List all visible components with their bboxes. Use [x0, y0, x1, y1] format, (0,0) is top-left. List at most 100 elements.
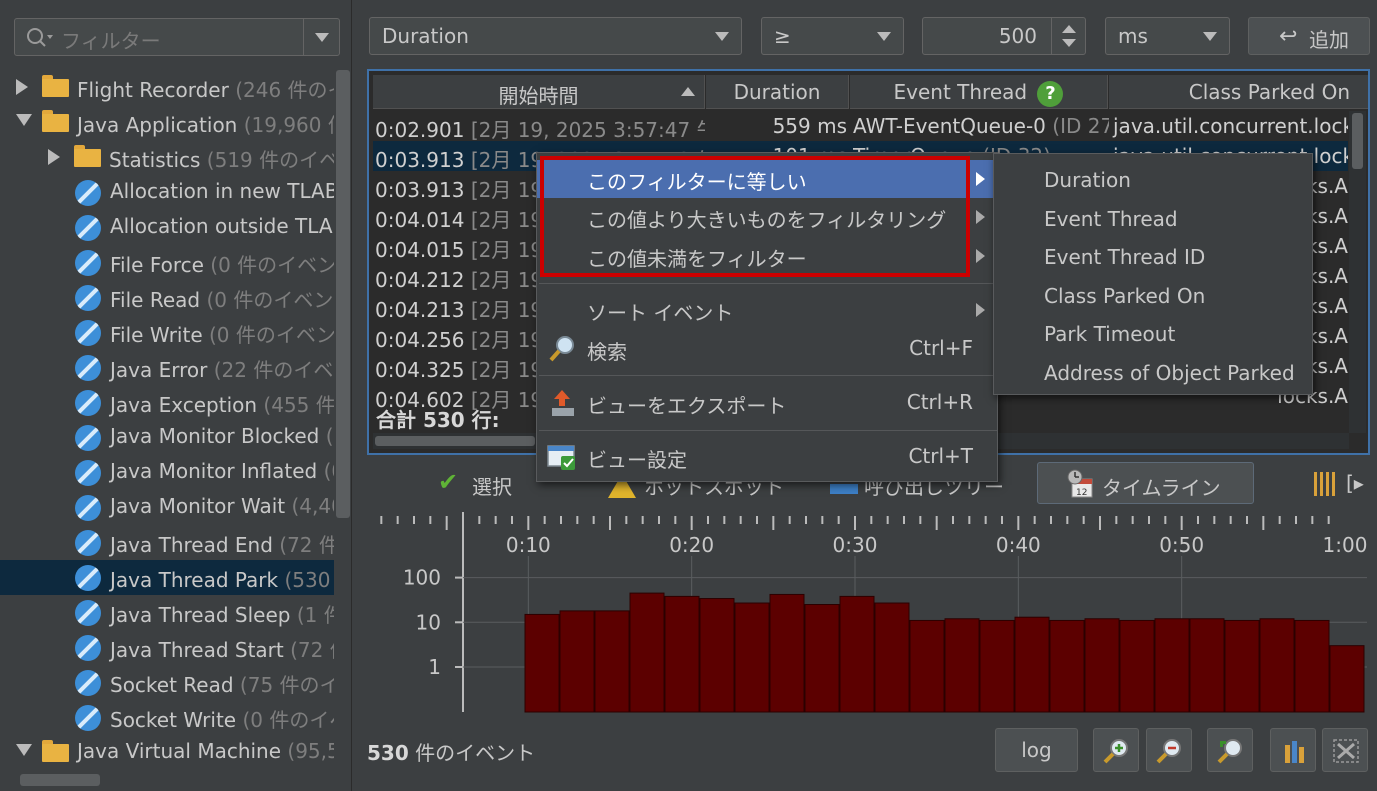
add-filter-button[interactable]: ↩ 追加: [1248, 17, 1370, 55]
collapse-arrow-icon[interactable]: [16, 114, 32, 126]
spinner-buttons[interactable]: [1051, 18, 1085, 54]
column-header-duration[interactable]: Duration: [706, 75, 849, 109]
tree-node-file-read[interactable]: File Read (0 件のイベン: [0, 280, 334, 315]
tree-node-name: Flight Recorder: [77, 78, 229, 102]
chart-settings-button[interactable]: [1270, 728, 1316, 772]
scrollbar-thumb[interactable]: [375, 436, 535, 446]
column-header-class-parked-on[interactable]: Class Parked On: [1109, 75, 1368, 109]
spinner-down-icon[interactable]: [1062, 39, 1076, 47]
scrollbar-thumb[interactable]: [1352, 113, 1363, 169]
tree-node-count: (519 件のイベン: [206, 148, 334, 172]
tree-node-name: Allocation outside TLAB: [110, 214, 334, 238]
filter-operator-value: ≥: [774, 24, 791, 48]
expand-arrow-icon[interactable]: [48, 149, 60, 165]
menu-item-filter-equal[interactable]: このフィルターに等しい: [537, 160, 997, 198]
menu-item-filter-greater[interactable]: この値より大きいものをフィルタリング: [537, 198, 997, 236]
view-settings-icon: [547, 445, 575, 470]
tree-node-java-virtual-machine[interactable]: Java Virtual Machine (95,597: [0, 735, 334, 770]
filter-unit-select[interactable]: ms: [1105, 17, 1230, 55]
tree-node-name: Java Monitor Blocked: [110, 424, 320, 448]
tab-select[interactable]: ✔ 選択: [436, 462, 526, 504]
tree-node-socket-read[interactable]: Socket Read (75 件のイ: [0, 665, 334, 700]
chevron-down-icon: [1203, 32, 1217, 41]
cell-time: 0:04.015: [375, 238, 465, 262]
filter-value-spinner[interactable]: 500: [922, 17, 1086, 55]
tree-node-java-thread-end[interactable]: Java Thread End (72 件の: [0, 525, 334, 560]
tab-timeline[interactable]: 12 タイムライン: [1037, 462, 1254, 504]
tree-node-name: Socket Read: [110, 673, 234, 697]
cell-thread-id: (ID 27): [1052, 114, 1109, 138]
tree-node-allocation-in-new-tlab[interactable]: Allocation in new TLAB (: [0, 175, 334, 210]
menu-separator: [539, 375, 997, 376]
x-tick-label: 0:10: [506, 533, 551, 557]
timeline-chart[interactable]: 0:10 0:20 0:30 0:40 0:50 1:00 100 10 1: [360, 508, 1370, 718]
tree-node-java-error[interactable]: Java Error (22 件のイベン: [0, 350, 334, 385]
submenu-item-address-of-object-parked[interactable]: Address of Object Parked: [1044, 361, 1295, 385]
tab-more[interactable]: [▸: [1312, 462, 1370, 504]
tree-filter-input[interactable]: フィルター: [14, 18, 340, 56]
filter-operator-select[interactable]: ≥: [761, 17, 904, 55]
submenu-item-event-thread-id[interactable]: Event Thread ID: [1044, 245, 1205, 269]
menu-item-search[interactable]: 検索 Ctrl+F: [537, 330, 997, 368]
submenu-item-park-timeout[interactable]: Park Timeout: [1044, 322, 1175, 346]
tree-node-java-monitor-inflated[interactable]: Java Monitor Inflated (0: [0, 455, 334, 490]
histogram-bar: [1189, 618, 1225, 713]
menu-separator: [539, 283, 997, 284]
histogram-bar: [1154, 618, 1190, 713]
clear-selection-button[interactable]: [1322, 728, 1368, 772]
tree-scrollbar[interactable]: [336, 70, 350, 518]
table-row[interactable]: 0:02.901 [2月 19, 2025 3:57:47 午後] 559 msA…: [373, 111, 1348, 142]
expand-arrow-icon[interactable]: [16, 79, 28, 95]
tree-node-java-thread-start[interactable]: Java Thread Start (72 件の: [0, 630, 334, 665]
spinner-up-icon[interactable]: [1062, 25, 1076, 33]
column-header-start-time[interactable]: 開始時間: [373, 75, 705, 109]
tree-node-statistics[interactable]: Statistics (519 件のイベン: [0, 140, 334, 175]
tree-node-count: (4,405: [291, 494, 335, 518]
tree-node-file-force[interactable]: File Force (0 件のイベン: [0, 245, 334, 280]
histogram-bar: [1294, 619, 1330, 713]
tree-node-java-monitor-blocked[interactable]: Java Monitor Blocked (0: [0, 420, 334, 455]
menu-item-view-settings[interactable]: ビュー設定 Ctrl+T: [537, 438, 997, 476]
tree-node-count: (75 件のイ: [239, 673, 334, 697]
log-scale-toggle[interactable]: log: [995, 728, 1078, 772]
tree-horizontal-scrollbar[interactable]: [20, 774, 100, 786]
submenu-arrow-icon: [976, 210, 985, 224]
submenu-item-class-parked-on[interactable]: Class Parked On: [1044, 284, 1205, 308]
folder-icon: [74, 145, 101, 167]
tree-node-java-exception[interactable]: Java Exception (455 件の: [0, 385, 334, 420]
folder-icon: [42, 75, 69, 97]
event-type-icon: [75, 460, 101, 486]
menu-item-filter-less[interactable]: この値未満をフィルター: [537, 237, 997, 275]
menu-item-label: ソート イベント: [587, 301, 734, 325]
filter-value: 500: [998, 24, 1037, 48]
submenu-item-duration[interactable]: Duration: [1044, 168, 1131, 192]
tree-node-java-monitor-wait[interactable]: Java Monitor Wait (4,405: [0, 490, 334, 525]
tree-node-allocation-outside-tlab[interactable]: Allocation outside TLAB: [0, 210, 334, 245]
event-type-icon: [75, 425, 101, 451]
zoom-in-button[interactable]: [1093, 728, 1139, 772]
tree-filter-dropdown[interactable]: [303, 19, 339, 55]
collapse-arrow-icon[interactable]: [16, 744, 32, 756]
tree-node-socket-write[interactable]: Socket Write (0 件のイベ: [0, 700, 334, 735]
tree-node-count: (22 件のイベン: [213, 358, 334, 382]
menu-item-export-view[interactable]: ビューをエクスポート Ctrl+R: [537, 384, 997, 422]
tree-node-java-application[interactable]: Java Application (19,960 件の: [0, 105, 334, 140]
zoom-to-selection-button[interactable]: [1207, 728, 1253, 772]
tree-node-label: Allocation in new TLAB (: [110, 179, 334, 203]
tree-node-count: (455 件の: [263, 393, 334, 417]
menu-item-sort-events[interactable]: ソート イベント: [537, 291, 997, 329]
tree-node-java-thread-park[interactable]: Java Thread Park (530 件: [0, 560, 334, 595]
column-header-event-thread[interactable]: Event Thread ?: [850, 75, 1108, 109]
help-icon[interactable]: ?: [1037, 80, 1064, 107]
tree-node-count: (530 件: [284, 568, 334, 592]
y-tick-label: 1: [428, 655, 441, 679]
histogram-bar: [874, 602, 910, 713]
table-vertical-scrollbar[interactable]: [1349, 111, 1366, 433]
column-header-label: Duration: [733, 80, 821, 104]
tree-node-java-thread-sleep[interactable]: Java Thread Sleep (1 件の: [0, 595, 334, 630]
filter-field-select[interactable]: Duration: [369, 17, 742, 55]
zoom-out-button[interactable]: [1146, 728, 1192, 772]
submenu-item-event-thread[interactable]: Event Thread: [1044, 207, 1178, 231]
tree-node-flight-recorder[interactable]: Flight Recorder (246 件のイ: [0, 70, 334, 105]
tree-node-file-write[interactable]: File Write (0 件のイベン: [0, 315, 334, 350]
